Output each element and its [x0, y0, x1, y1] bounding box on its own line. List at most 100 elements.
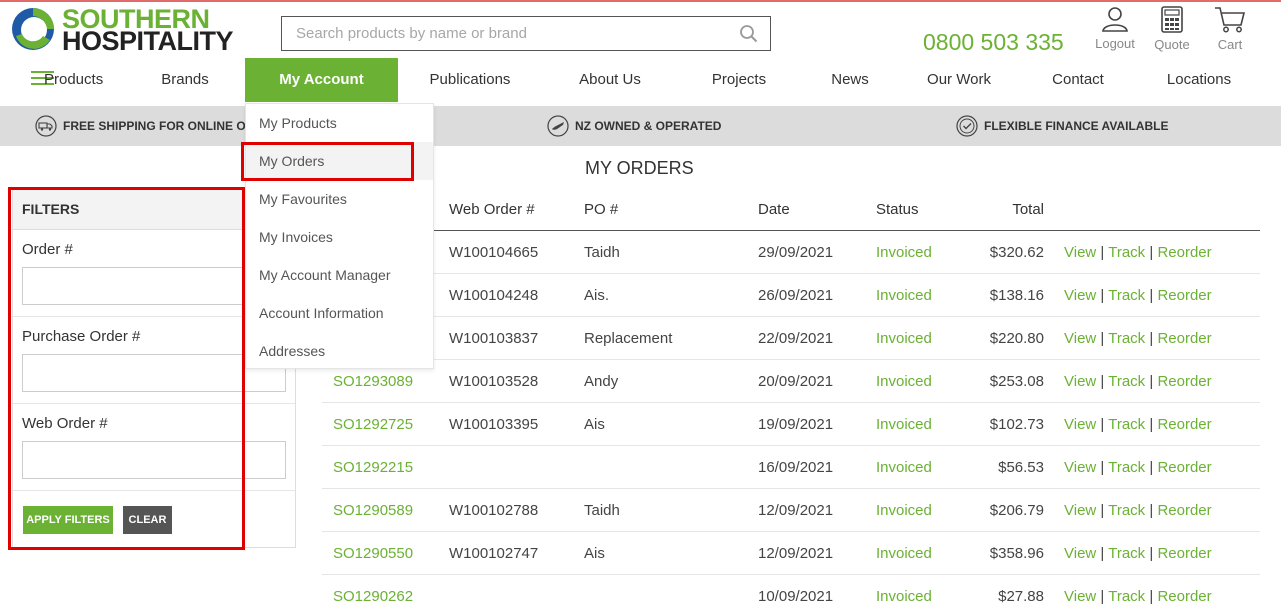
- table-row: SO1290262 10/09/2021 Invoiced $27.88 View | …: [322, 575, 1260, 614]
- finance-info: FLEXIBLE FINANCE AVAILABLE: [956, 106, 1168, 146]
- web-order-number: W100103395: [449, 416, 539, 433]
- menu-item-my-account-manager[interactable]: My Account Manager: [246, 256, 433, 294]
- order-date: 16/09/2021: [758, 459, 834, 476]
- nav-locations[interactable]: Locations: [1160, 58, 1238, 102]
- order-number-link[interactable]: SO1290550: [333, 545, 413, 562]
- view-link[interactable]: View: [1064, 502, 1096, 519]
- track-link[interactable]: Track: [1108, 416, 1145, 433]
- reorder-link[interactable]: Reorder: [1157, 588, 1211, 605]
- reorder-link[interactable]: Reorder: [1157, 545, 1211, 562]
- order-status: Invoiced: [876, 330, 932, 347]
- web-order-number: W100104248: [449, 287, 539, 304]
- track-link[interactable]: Track: [1108, 545, 1145, 562]
- table-row: SO1292215 16/09/2021 Invoiced $56.53 View | …: [322, 446, 1260, 489]
- view-link[interactable]: View: [1064, 459, 1096, 476]
- column-header-status[interactable]: Status: [876, 201, 919, 218]
- order-date: 29/09/2021: [758, 244, 834, 261]
- search-box: [281, 16, 771, 51]
- reorder-link[interactable]: Reorder: [1157, 373, 1211, 390]
- truck-icon: [35, 115, 57, 137]
- order-number-link[interactable]: SO1293089: [333, 373, 413, 390]
- reorder-link[interactable]: Reorder: [1157, 244, 1211, 261]
- order-date: 19/09/2021: [758, 416, 834, 433]
- nav-news[interactable]: News: [825, 58, 875, 102]
- order-date: 12/09/2021: [758, 545, 834, 562]
- track-link[interactable]: Track: [1108, 244, 1145, 261]
- reorder-link[interactable]: Reorder: [1157, 287, 1211, 304]
- reorder-link[interactable]: Reorder: [1157, 330, 1211, 347]
- po-number: Ais: [584, 416, 605, 433]
- cart-label: Cart: [1217, 37, 1243, 52]
- nav-contact[interactable]: Contact: [1043, 58, 1113, 102]
- order-number-link[interactable]: SO1290262: [333, 588, 413, 605]
- menu-item-my-products[interactable]: My Products: [246, 104, 433, 142]
- menu-item-my-invoices[interactable]: My Invoices: [246, 218, 433, 256]
- logo-mark-icon: [12, 8, 54, 50]
- view-link[interactable]: View: [1064, 588, 1096, 605]
- view-link[interactable]: View: [1064, 330, 1096, 347]
- logout-button[interactable]: Logout: [1089, 6, 1141, 51]
- action-separator: |: [1149, 416, 1154, 433]
- column-header-web-order[interactable]: Web Order #: [449, 201, 535, 218]
- track-link[interactable]: Track: [1108, 588, 1145, 605]
- track-link[interactable]: Track: [1108, 330, 1145, 347]
- track-link[interactable]: Track: [1108, 287, 1145, 304]
- view-link[interactable]: View: [1064, 287, 1096, 304]
- free-shipping-info: FREE SHIPPING FOR ONLINE ORD: [35, 106, 263, 146]
- reorder-link[interactable]: Reorder: [1157, 502, 1211, 519]
- view-link[interactable]: View: [1064, 416, 1096, 433]
- order-date: 22/09/2021: [758, 330, 834, 347]
- order-number-link[interactable]: SO1292725: [333, 416, 413, 433]
- quote-button[interactable]: Quote: [1146, 6, 1198, 52]
- menu-item-addresses[interactable]: Addresses: [246, 332, 433, 370]
- nz-owned-info: NZ OWNED & OPERATED: [547, 106, 721, 146]
- column-header-date[interactable]: Date: [758, 201, 790, 218]
- cart-button[interactable]: Cart: [1204, 6, 1256, 52]
- view-link[interactable]: View: [1064, 373, 1096, 390]
- menu-item-my-favourites[interactable]: My Favourites: [246, 180, 433, 218]
- order-total: $358.96: [989, 545, 1044, 562]
- action-separator: |: [1149, 459, 1154, 476]
- nav-projects[interactable]: Projects: [705, 58, 773, 102]
- action-separator: |: [1100, 416, 1105, 433]
- phone-number[interactable]: 0800 503 335: [923, 29, 1064, 56]
- nz-map-icon: [547, 115, 569, 137]
- check-circle-icon: [956, 115, 978, 137]
- track-link[interactable]: Track: [1108, 373, 1145, 390]
- order-status: Invoiced: [876, 545, 932, 562]
- view-link[interactable]: View: [1064, 545, 1096, 562]
- order-total: $320.62: [989, 244, 1044, 261]
- action-separator: |: [1149, 244, 1154, 261]
- order-date: 12/09/2021: [758, 502, 834, 519]
- order-total: $27.88: [998, 588, 1044, 605]
- order-number-link[interactable]: SO1292215: [333, 459, 413, 476]
- nav-about-us[interactable]: About Us: [570, 58, 650, 102]
- search-icon[interactable]: [739, 24, 758, 43]
- po-number: Andy: [584, 373, 619, 390]
- action-separator: |: [1100, 330, 1105, 347]
- reorder-link[interactable]: Reorder: [1157, 416, 1211, 433]
- nav-my-account[interactable]: My Account: [245, 58, 398, 102]
- web-order-number: W100102788: [449, 502, 539, 519]
- search-input[interactable]: [282, 17, 722, 50]
- table-row: W100104665 Taidh 29/09/2021 Invoiced $320.62…: [322, 231, 1260, 274]
- nav-publications[interactable]: Publications: [420, 58, 520, 102]
- action-separator: |: [1100, 588, 1105, 605]
- track-link[interactable]: Track: [1108, 502, 1145, 519]
- view-link[interactable]: View: [1064, 244, 1096, 261]
- logout-label: Logout: [1095, 36, 1135, 51]
- column-header-total[interactable]: Total: [954, 201, 1044, 218]
- track-link[interactable]: Track: [1108, 459, 1145, 476]
- nav-products[interactable]: Products: [14, 58, 124, 102]
- order-date: 10/09/2021: [758, 588, 834, 605]
- order-number-link[interactable]: SO1290589: [333, 502, 413, 519]
- reorder-link[interactable]: Reorder: [1157, 459, 1211, 476]
- action-separator: |: [1100, 244, 1105, 261]
- menu-item-account-information[interactable]: Account Information: [246, 294, 433, 332]
- nav-brands[interactable]: Brands: [150, 58, 220, 102]
- brand-logo[interactable]: SOUTHERN HOSPITALITY: [10, 6, 234, 55]
- column-header-po[interactable]: PO #: [584, 201, 618, 218]
- user-icon: [1102, 7, 1128, 32]
- nav-our-work[interactable]: Our Work: [920, 58, 998, 102]
- table-row: SO1292725 W100103395 Ais 19/09/2021 Invoiced…: [322, 403, 1260, 446]
